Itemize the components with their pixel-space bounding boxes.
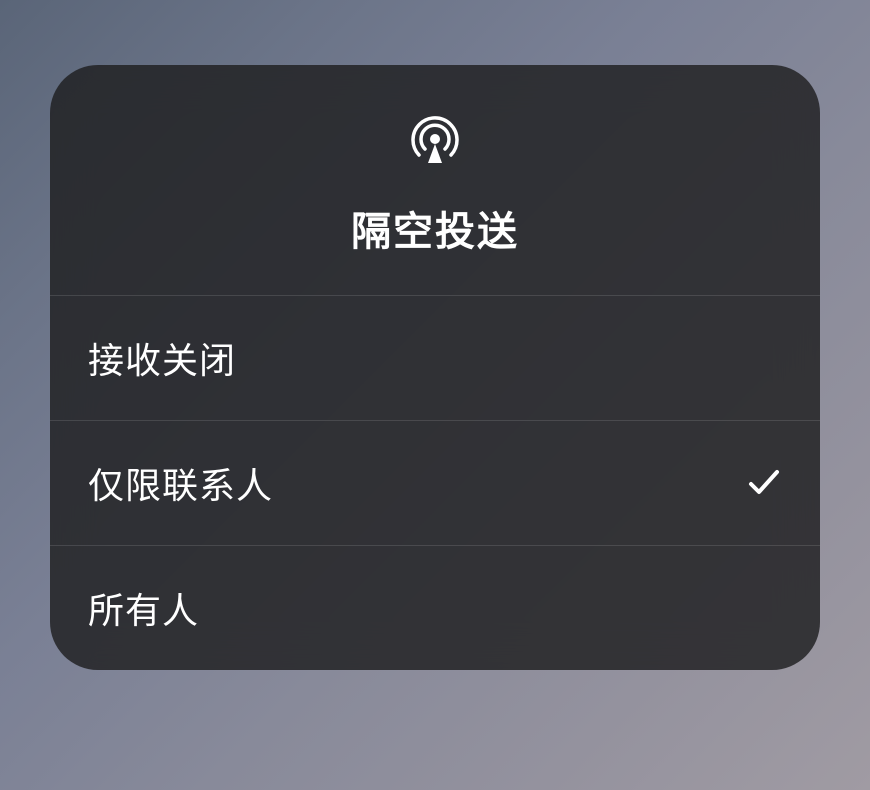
airdrop-icon xyxy=(407,113,463,169)
checkmark-icon xyxy=(746,465,782,501)
panel-title: 隔空投送 xyxy=(351,199,519,257)
option-label: 仅限联系人 xyxy=(88,457,273,509)
options-list: 接收关闭 仅限联系人 所有人 xyxy=(50,296,820,670)
option-contacts-only[interactable]: 仅限联系人 xyxy=(50,421,820,546)
option-receiving-off[interactable]: 接收关闭 xyxy=(50,296,820,421)
option-everyone[interactable]: 所有人 xyxy=(50,546,820,670)
option-label: 所有人 xyxy=(88,582,199,634)
option-label: 接收关闭 xyxy=(88,332,236,384)
panel-header: 隔空投送 xyxy=(50,65,820,296)
airdrop-settings-panel: 隔空投送 接收关闭 仅限联系人 所有人 xyxy=(50,65,820,670)
